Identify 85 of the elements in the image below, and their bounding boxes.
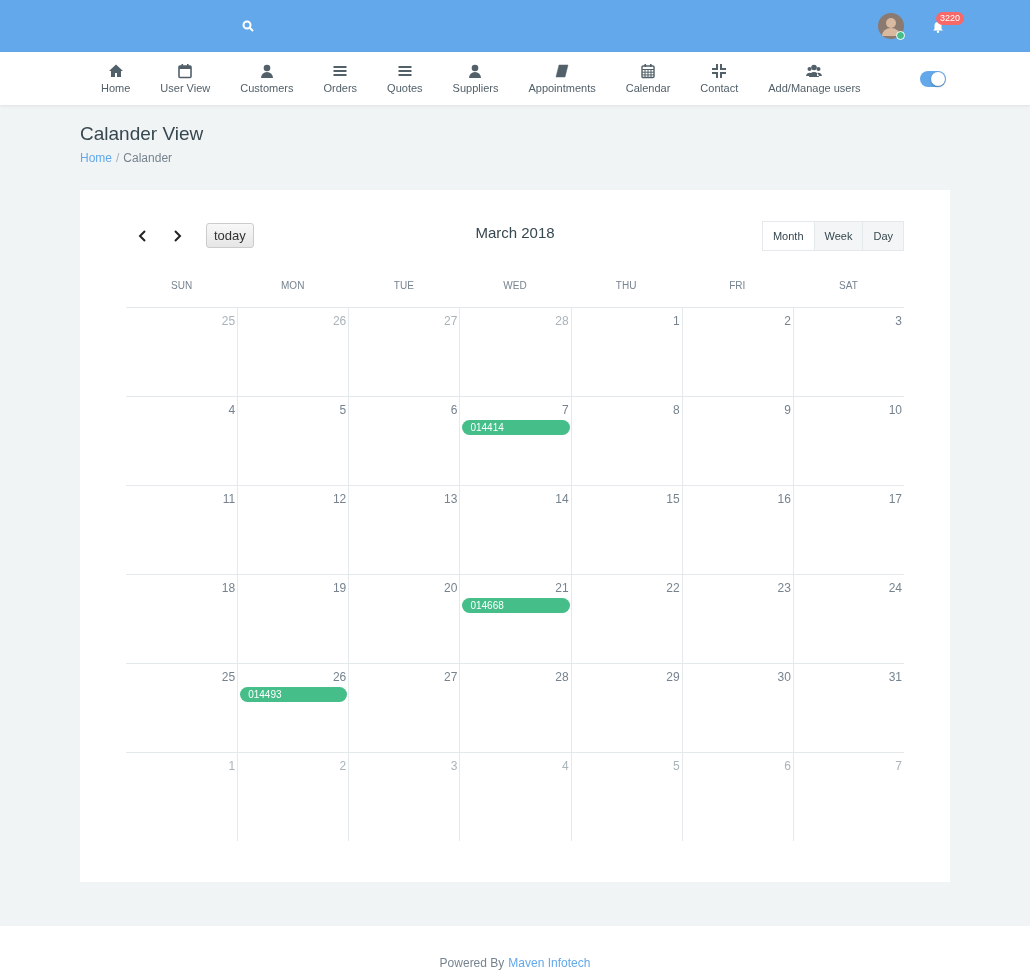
- home-icon: [107, 63, 124, 79]
- bars-icon: [332, 63, 349, 79]
- nav-item[interactable]: Suppliers: [437, 63, 514, 94]
- view-tab[interactable]: Week: [813, 220, 864, 251]
- day-number: 2: [784, 314, 792, 328]
- today-button[interactable]: today: [206, 223, 254, 248]
- weekday-header: MON: [280, 279, 306, 291]
- calendar-title: March 2018: [475, 224, 555, 241]
- previous-icon[interactable]: [138, 229, 148, 242]
- next-icon[interactable]: [172, 229, 182, 242]
- day-number: 3: [895, 314, 903, 328]
- breadcrumb-current: Calander: [123, 151, 173, 165]
- weekday-header: FRI: [728, 279, 747, 291]
- day-number: 14: [555, 492, 570, 506]
- day-number: 8: [673, 403, 681, 417]
- nav-item[interactable]: User View: [145, 63, 226, 94]
- day-number: 20: [444, 581, 459, 595]
- day-number: 21: [555, 581, 570, 595]
- day-number: 5: [673, 759, 681, 773]
- day-number: 3: [450, 759, 459, 773]
- day-number: 28: [555, 314, 570, 328]
- day-number: 25: [221, 314, 237, 328]
- nav-item[interactable]: Quotes: [372, 63, 438, 94]
- bars-icon: [396, 63, 413, 79]
- day-number: 18: [221, 581, 237, 595]
- day-number: 31: [888, 670, 903, 684]
- weekday-header: TUE: [392, 279, 415, 291]
- day-number: 23: [777, 581, 792, 595]
- user-icon: [467, 63, 484, 79]
- day-number: 15: [666, 492, 681, 506]
- day-number: 29: [666, 670, 681, 684]
- users-icon: [806, 63, 823, 79]
- day-number: 16: [777, 492, 792, 506]
- compress-icon: [711, 63, 728, 79]
- avatar-icon[interactable]: [878, 13, 904, 39]
- calendar-icon: [177, 63, 194, 79]
- notification-count: 3220: [936, 12, 965, 25]
- nav-item[interactable]: Calendar: [610, 63, 686, 94]
- day-number: 7: [895, 759, 903, 773]
- weekday-header: WED: [502, 279, 528, 291]
- toggle-switch[interactable]: [919, 70, 946, 87]
- day-number: 5: [339, 403, 348, 417]
- nav-item[interactable]: Home: [86, 63, 146, 94]
- day-number: 19: [332, 581, 348, 595]
- day-number: 27: [444, 314, 459, 328]
- day-number: 6: [784, 759, 792, 773]
- nav-item[interactable]: Customers: [225, 63, 309, 94]
- nav-item[interactable]: Appointments: [513, 63, 611, 94]
- nav-item[interactable]: Add/Manage users: [753, 63, 876, 94]
- weekday-header: SUN: [170, 279, 194, 291]
- day-number: 28: [555, 670, 570, 684]
- nav-item[interactable]: Contact: [685, 63, 754, 94]
- day-number: 12: [332, 492, 348, 506]
- day-number: 2: [339, 759, 348, 773]
- day-number: 17: [888, 492, 903, 506]
- day-number: 30: [777, 670, 792, 684]
- day-number: 26: [332, 314, 348, 328]
- search-icon[interactable]: [242, 20, 254, 32]
- book-icon: [554, 63, 571, 79]
- day-number: 1: [673, 314, 681, 328]
- bell-icon[interactable]: [932, 21, 944, 33]
- nav-item[interactable]: Orders: [308, 63, 373, 94]
- day-number: 6: [450, 403, 459, 417]
- day-number: 22: [666, 581, 681, 595]
- day-number: 27: [444, 670, 459, 684]
- day-number: 7: [561, 403, 570, 417]
- calendar-icon: [640, 63, 656, 79]
- page-title: Calander View: [80, 123, 205, 145]
- day-number: 24: [888, 581, 903, 595]
- day-number: 4: [228, 403, 237, 417]
- day-number: 10: [888, 403, 903, 417]
- day-number: 1: [228, 759, 237, 773]
- weekday-header: THU: [614, 279, 638, 291]
- day-number: 13: [444, 492, 459, 506]
- day-number: 11: [222, 492, 237, 506]
- view-tab[interactable]: Month: [761, 220, 815, 251]
- breadcrumb-separator: /: [116, 151, 120, 165]
- day-number: 9: [784, 403, 792, 417]
- day-number: 26: [332, 670, 348, 684]
- day-number: 25: [221, 670, 237, 684]
- user-icon: [258, 63, 275, 79]
- weekday-header: SAT: [838, 279, 859, 291]
- footer-text: Powered By: [439, 955, 505, 970]
- day-number: 4: [561, 759, 570, 773]
- view-tab[interactable]: Day: [862, 220, 904, 251]
